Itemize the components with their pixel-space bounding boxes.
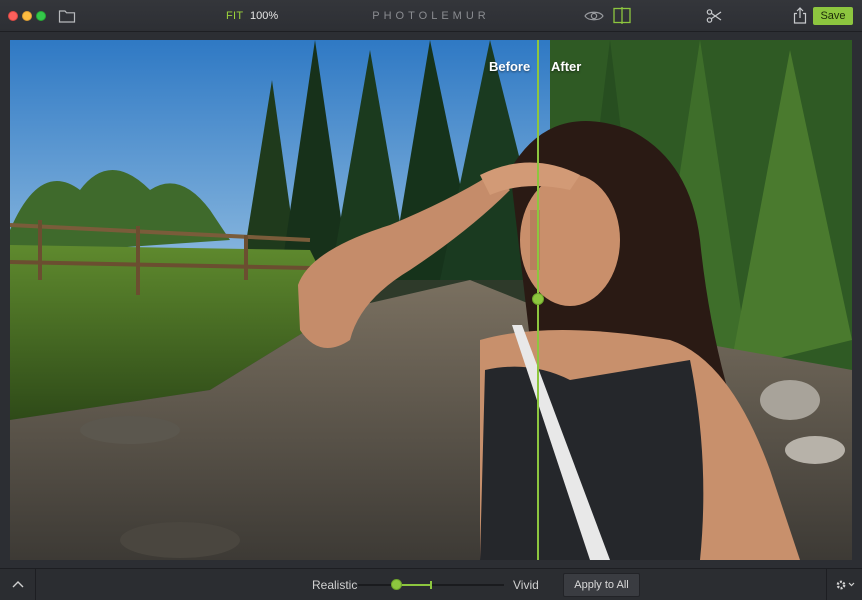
crop-button[interactable] (706, 8, 722, 24)
split-view-button[interactable] (613, 7, 631, 24)
save-button[interactable]: Save (813, 7, 853, 25)
scissors-icon (706, 9, 722, 23)
divider-handle[interactable] (532, 293, 544, 305)
folder-icon (58, 10, 76, 23)
slider-thumb[interactable] (391, 579, 402, 590)
toolbar: FIT 100% PHOTOLEMUR Save (0, 0, 862, 32)
gear-icon (836, 580, 855, 590)
eye-icon (584, 11, 604, 21)
after-label: After (551, 59, 582, 74)
slider-default-tick (430, 581, 432, 589)
app-title: PHOTOLEMUR (372, 10, 490, 22)
chevron-up-icon (12, 581, 24, 588)
split-view-icon (613, 7, 631, 24)
photo-preview: Before After (10, 40, 852, 560)
slider-fill (397, 584, 431, 586)
bottom-bar: Realistic Vivid Apply to All (0, 568, 862, 600)
slider-max-label: Vivid (513, 578, 539, 592)
zoom-fit-button[interactable]: FIT (226, 10, 243, 22)
before-label: Before (489, 59, 531, 74)
window-maximize-button[interactable] (36, 11, 46, 21)
share-button[interactable] (793, 7, 807, 24)
window-close-button[interactable] (8, 11, 18, 21)
share-icon (793, 7, 807, 24)
window-minimize-button[interactable] (22, 11, 32, 21)
expand-panel-button[interactable] (0, 569, 36, 600)
apply-to-all-button[interactable]: Apply to All (563, 573, 640, 597)
preview-toggle-button[interactable] (584, 9, 604, 23)
open-folder-button[interactable] (58, 8, 76, 24)
settings-button[interactable] (826, 569, 862, 600)
photo-image (10, 40, 852, 560)
slider-min-label: Realistic (312, 578, 358, 592)
strength-slider[interactable] (358, 579, 504, 591)
zoom-100-button[interactable]: 100% (250, 10, 278, 22)
